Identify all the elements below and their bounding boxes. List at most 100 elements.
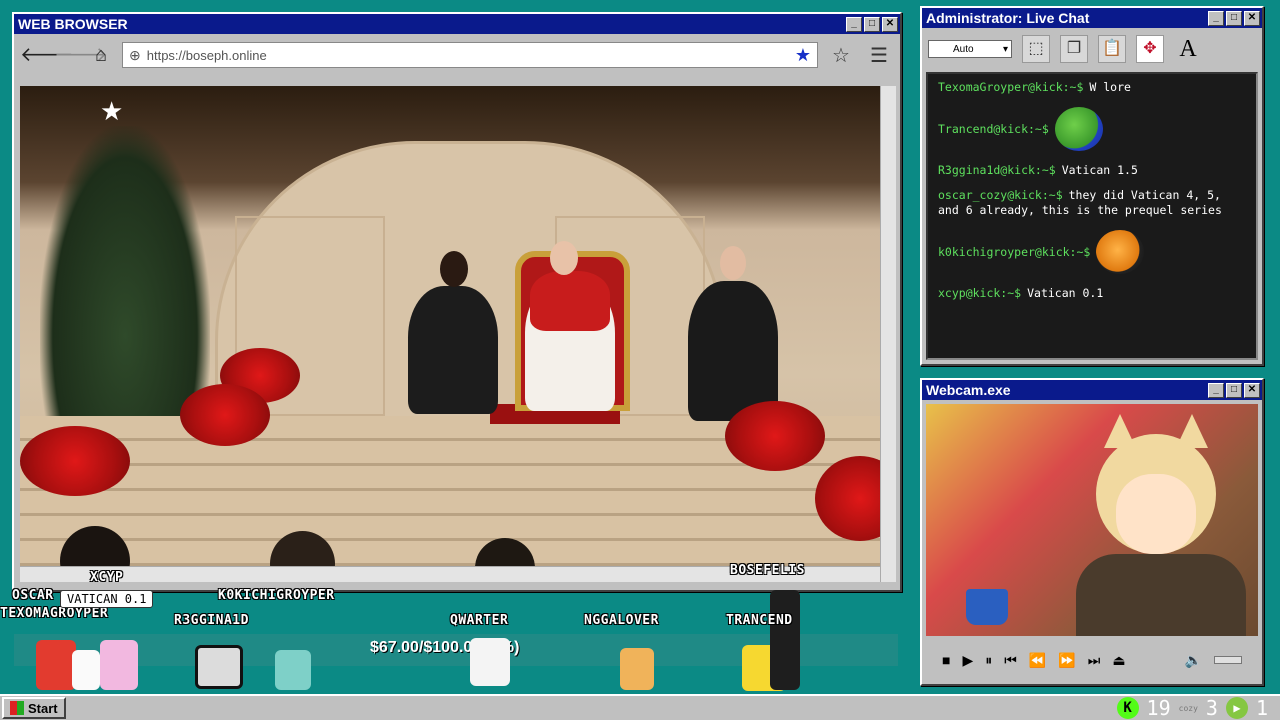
red-mozzetta xyxy=(530,271,610,331)
system-tray: K 19 cozy 3 ▶ 1 xyxy=(1116,696,1278,720)
chat-username[interactable]: Trancend@kick:~$ xyxy=(938,122,1049,137)
overlay-username: NGGALOVER xyxy=(584,613,659,628)
media-controls: ■ ▶ ⏸ ⏮ ⏪ ⏩ ⏭ ⏏ 🔈 xyxy=(926,642,1258,678)
font-size-dropdown[interactable]: Auto ▾ xyxy=(928,40,1012,58)
overlay-username: XCYP xyxy=(90,570,124,585)
rewind-icon[interactable]: ⏪ xyxy=(1029,652,1046,669)
windows-logo-icon xyxy=(10,701,24,715)
rumble-icon[interactable]: ▶ xyxy=(1225,697,1248,719)
overlay-username: BOSEFELIS xyxy=(730,563,805,578)
chat-username[interactable]: k0kichigroyper@kick:~$ xyxy=(938,245,1090,260)
avatar-sprite xyxy=(275,650,311,690)
avatar-sprite xyxy=(770,590,800,690)
fast-forward-icon[interactable]: ⏩ xyxy=(1058,652,1075,669)
browser-title: WEB BROWSER xyxy=(18,16,128,32)
favorites-star-icon[interactable]: ☆ xyxy=(826,43,856,68)
cozy-viewer-count: 3 xyxy=(1205,696,1218,720)
seated-figure-left xyxy=(408,286,498,414)
chat-toolbar: Auto ▾ ⬚ ❐ 📋 ✥ A xyxy=(922,28,1262,70)
maximize-button[interactable]: □ xyxy=(1226,382,1242,398)
video-viewport[interactable]: ★ xyxy=(20,86,880,566)
move-icon[interactable]: ✥ xyxy=(1136,35,1164,63)
vertical-scrollbar[interactable] xyxy=(880,86,896,582)
seated-figure-right xyxy=(688,281,778,421)
volume-slider[interactable] xyxy=(1214,656,1242,664)
chat-titlebar[interactable]: Administrator: Live Chat _ □ ✕ xyxy=(922,8,1262,28)
home-icon[interactable]: ⌂ xyxy=(88,42,114,68)
minimize-button[interactable]: _ xyxy=(1208,382,1224,398)
avatar-body xyxy=(1076,554,1246,636)
chat-username[interactable]: TexomaGroyper@kick:~$ xyxy=(938,80,1083,95)
poinsettia xyxy=(725,401,825,471)
tree-star-icon: ★ xyxy=(100,96,124,126)
skip-back-icon[interactable]: ⏮ xyxy=(1004,652,1017,669)
kick-icon[interactable]: K xyxy=(1116,697,1139,719)
dropdown-value: Auto xyxy=(953,43,974,55)
address-bar[interactable]: ⊕ https://boseph.online ★ xyxy=(122,42,818,68)
minimize-button[interactable]: _ xyxy=(1208,10,1224,26)
forward-arrow-icon[interactable]: 🡒 xyxy=(54,42,108,68)
chat-message: R3ggina1d@kick:~$ Vatican 1.5 xyxy=(938,163,1246,178)
figure-head xyxy=(720,246,746,280)
pause-icon[interactable]: ⏸ xyxy=(985,652,992,669)
close-button[interactable]: ✕ xyxy=(882,16,898,32)
avatar-sprite xyxy=(72,650,100,690)
paste-icon[interactable]: 📋 xyxy=(1098,35,1126,63)
green-frog-emote-icon xyxy=(1054,107,1103,151)
maximize-button[interactable]: □ xyxy=(1226,10,1242,26)
overlay-username: TRANCEND xyxy=(726,613,793,628)
bookmark-star-icon[interactable]: ★ xyxy=(795,45,811,66)
chat-username[interactable]: oscar_cozy@kick:~$ xyxy=(938,188,1063,202)
chat-message: k0kichigroyper@kick:~$ xyxy=(938,228,1246,276)
play-icon[interactable]: ▶ xyxy=(962,652,973,669)
poinsettia xyxy=(180,384,270,446)
menu-icon[interactable]: ☰ xyxy=(864,43,894,68)
stop-icon[interactable]: ■ xyxy=(942,652,950,668)
browser-titlebar[interactable]: WEB BROWSER _ □ ✕ xyxy=(14,14,900,34)
back-arrow-icon[interactable]: 🡐 xyxy=(20,42,74,68)
url-text[interactable]: https://boseph.online xyxy=(147,48,789,63)
webcam-titlebar[interactable]: Webcam.exe _ □ ✕ xyxy=(922,380,1262,400)
figure-head xyxy=(550,241,578,275)
avatar-sprite xyxy=(470,638,510,686)
start-button[interactable]: Start xyxy=(2,697,66,719)
copy-icon[interactable]: ❐ xyxy=(1060,35,1088,63)
chat-message: TexomaGroyper@kick:~$ W lore xyxy=(938,80,1246,95)
volume-icon[interactable]: 🔈 xyxy=(1185,652,1202,669)
chat-message: Trancend@kick:~$ xyxy=(938,105,1246,153)
chat-log[interactable]: TexomaGroyper@kick:~$ W lore Trancend@ki… xyxy=(926,72,1258,360)
webcam-window: Webcam.exe _ □ ✕ ■ ▶ ⏸ ⏮ ⏪ ⏩ ⏭ ⏏ 🔈 xyxy=(920,378,1264,686)
avatar-face xyxy=(1116,474,1196,554)
rumble-viewer-count: 1 xyxy=(1255,696,1268,720)
chat-message: oscar_cozy@kick:~$ they did Vatican 4, 5,… xyxy=(938,188,1246,218)
overlay-username: R3GGINA1D xyxy=(174,613,249,628)
minimize-button[interactable]: _ xyxy=(846,16,862,32)
blue-mug xyxy=(966,589,1008,625)
chat-username[interactable]: R3ggina1d@kick:~$ xyxy=(938,163,1056,178)
poinsettia xyxy=(20,426,130,496)
close-button[interactable]: ✕ xyxy=(1244,382,1260,398)
chat-message: xcyp@kick:~$ Vatican 0.1 xyxy=(938,286,1246,301)
chat-text: W lore xyxy=(1089,80,1131,94)
skip-forward-icon[interactable]: ⏭ xyxy=(1088,652,1101,669)
font-icon[interactable]: A xyxy=(1174,35,1202,63)
overlay-username: QWARTER xyxy=(450,613,509,628)
eject-icon[interactable]: ⏏ xyxy=(1112,652,1125,669)
maximize-button[interactable]: □ xyxy=(864,16,880,32)
orange-frog-emote-icon xyxy=(1096,230,1145,274)
webcam-feed xyxy=(926,404,1258,636)
figure-head xyxy=(440,251,468,287)
select-icon[interactable]: ⬚ xyxy=(1022,35,1050,63)
cat-ear xyxy=(1176,414,1208,448)
avatar-sprite xyxy=(36,640,76,690)
chat-text: Vatican 0.1 xyxy=(1027,286,1104,300)
overlay-username: TEXOMAGROYPER xyxy=(0,606,109,621)
cozy-icon[interactable]: cozy xyxy=(1179,704,1198,713)
start-label: Start xyxy=(28,700,58,716)
avatar-sprite xyxy=(195,645,243,689)
close-button[interactable]: ✕ xyxy=(1244,10,1260,26)
chat-username[interactable]: xcyp@kick:~$ xyxy=(938,286,1021,301)
avatar-sprite xyxy=(100,640,138,690)
chat-title: Administrator: Live Chat xyxy=(926,10,1090,26)
overlay-username: OSCAR xyxy=(12,588,54,603)
